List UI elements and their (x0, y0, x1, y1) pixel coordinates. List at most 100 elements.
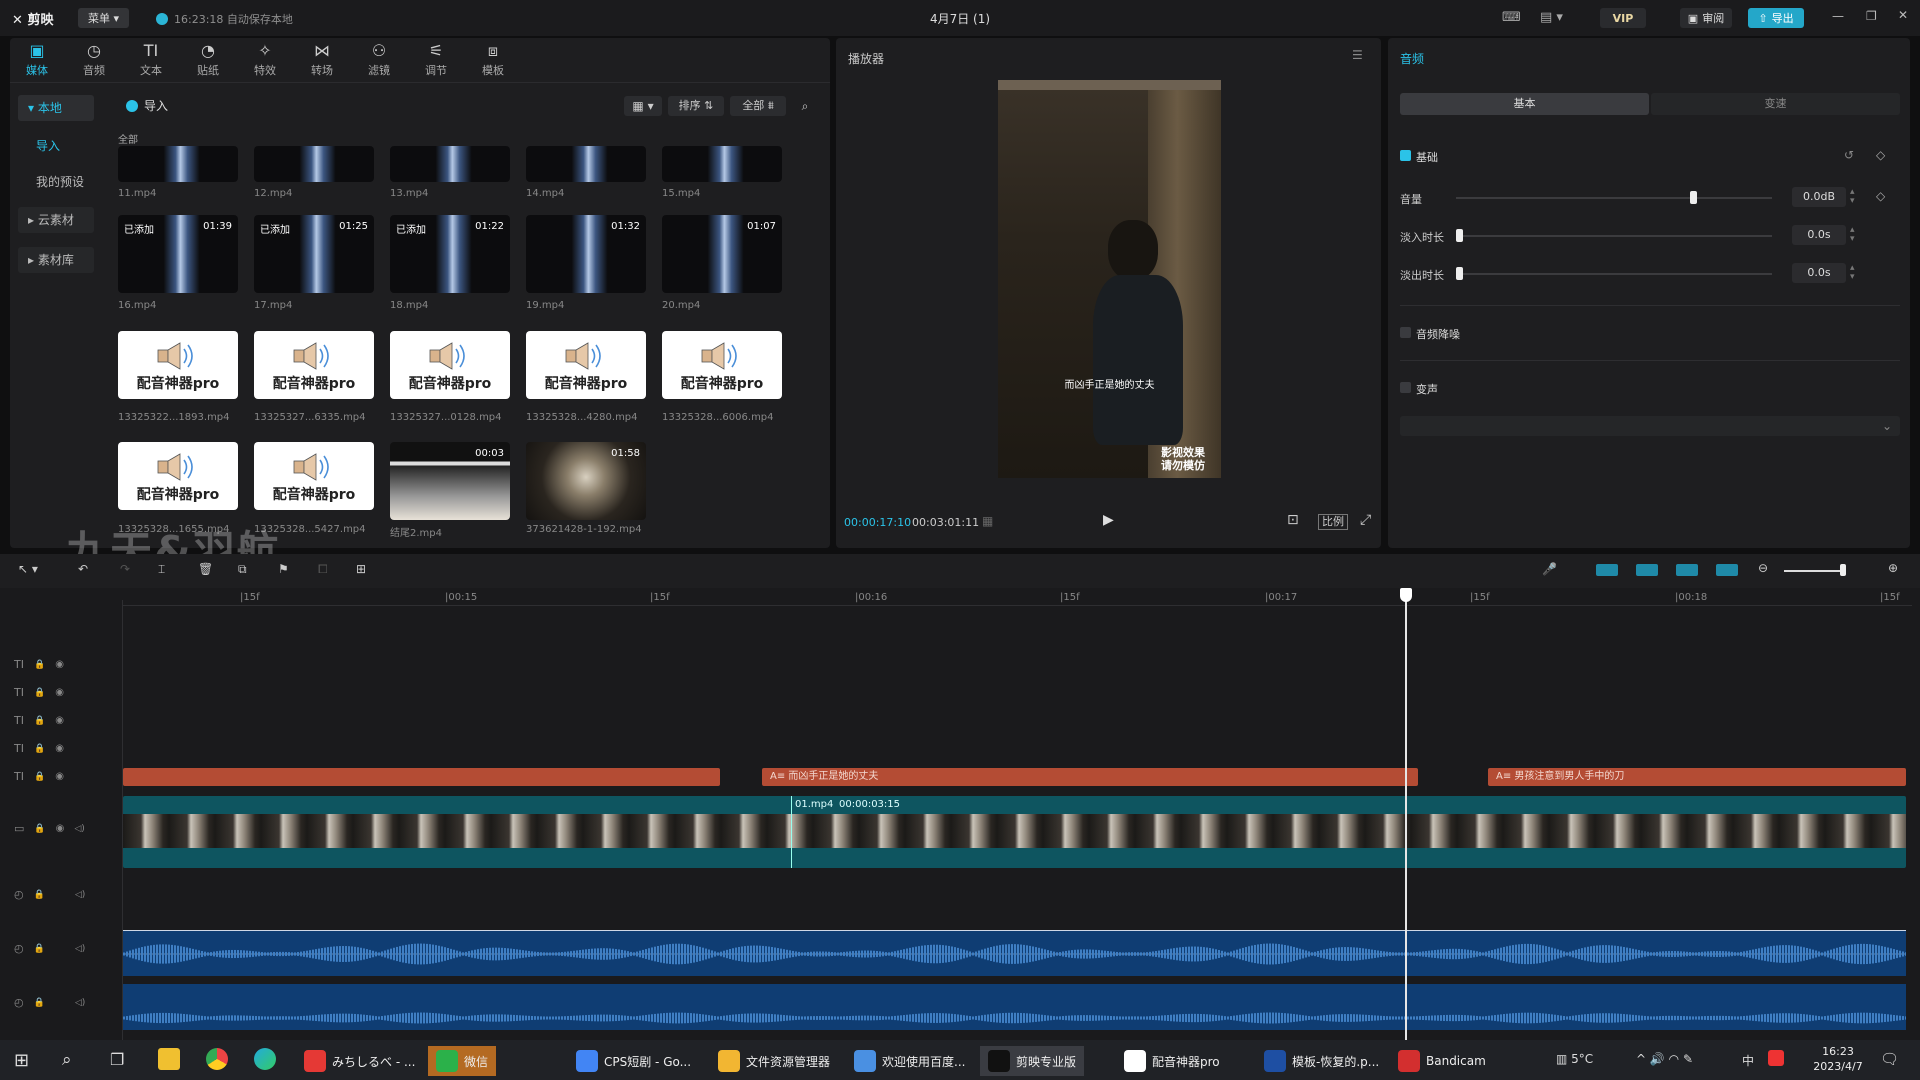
taskbar-app[interactable]: 模板-恢复的.p... (1256, 1046, 1387, 1076)
linkage-icon[interactable] (1676, 564, 1698, 576)
media-thumbnail[interactable]: 已添加 01:25 (254, 215, 374, 293)
mute-icon[interactable]: ◁) (75, 890, 85, 900)
tab-speed[interactable]: 变速 (1651, 93, 1900, 115)
eye-icon[interactable]: ◉ (55, 743, 64, 754)
volume-keyframe-icon[interactable]: ◇ (1876, 189, 1885, 203)
denoise-checkbox[interactable] (1400, 327, 1411, 338)
tab-transition[interactable]: ⋈ 转场 (295, 40, 349, 78)
mute-icon[interactable]: ◁) (74, 824, 84, 834)
media-thumbnail[interactable]: 01:32 (526, 215, 646, 293)
clock[interactable]: 16:23 2023/4/7 (1808, 1044, 1868, 1074)
split-icon[interactable]: ⌶ (158, 562, 165, 577)
menu-button[interactable]: 菜单 ▾ (78, 8, 130, 28)
search-icon[interactable]: ⌕ (794, 96, 816, 116)
media-thumbnail[interactable]: 配音神器pro (526, 331, 646, 399)
eye-icon[interactable]: ◉ (55, 659, 64, 670)
fade-out-value[interactable]: 0.0s (1792, 263, 1846, 283)
media-thumbnail[interactable]: 配音神器pro (118, 331, 238, 399)
basic-checkbox[interactable] (1400, 150, 1411, 161)
minimize-icon[interactable]: — (1832, 9, 1844, 23)
media-thumbnail[interactable] (526, 146, 646, 182)
audio-track-clip[interactable] (123, 930, 1906, 976)
media-thumbnail[interactable]: 已添加 01:22 (390, 215, 510, 293)
media-thumbnail[interactable] (662, 146, 782, 182)
edge-icon[interactable] (254, 1048, 276, 1070)
volume-value[interactable]: 0.0dB (1792, 187, 1846, 207)
media-thumbnail[interactable]: 00:03 (390, 442, 510, 520)
tab-filter[interactable]: ⚇ 滤镜 (352, 40, 406, 78)
video-track-clip[interactable]: 01.mp4 00:00:03:15 (123, 796, 1906, 868)
mute-icon[interactable]: ◁) (75, 944, 85, 954)
vip-badge[interactable]: VIP (1600, 8, 1646, 28)
sidebar-item-presets[interactable]: 我的预设 (18, 169, 94, 195)
voice-change-checkbox[interactable] (1400, 382, 1411, 393)
media-thumbnail[interactable] (390, 146, 510, 182)
lock-icon[interactable]: 🔒 (34, 772, 45, 782)
microphone-icon[interactable]: 🎤 (1542, 562, 1557, 576)
undo-icon[interactable]: ↶ (78, 562, 88, 576)
screen-icon[interactable]: ⊞ (356, 562, 366, 576)
zoom-in-icon[interactable]: ⊕ (1888, 561, 1898, 575)
eye-icon[interactable]: ◉ (56, 823, 65, 834)
snapshot-icon[interactable]: ⊡ (1287, 512, 1299, 528)
media-thumbnail[interactable]: 01:07 (662, 215, 782, 293)
export-button[interactable]: ⇧ 导出 (1748, 8, 1804, 28)
taskbar-app[interactable]: 配音神器pro (1116, 1046, 1228, 1076)
keyframe-icon[interactable]: ◇ (1876, 148, 1885, 162)
paint-app-icon[interactable] (158, 1048, 180, 1070)
menu-icon[interactable]: ☰ (1352, 48, 1363, 62)
tab-audio[interactable]: ◷ 音频 (67, 40, 121, 78)
video-preview[interactable]: 而凶手正是她的丈夫 影视效果 请勿模仿 (998, 80, 1221, 478)
taskbar-app[interactable]: 欢迎使用百度... (846, 1046, 973, 1076)
fade-in-value[interactable]: 0.0s (1792, 225, 1846, 245)
sidebar-item-import[interactable]: 导入 (18, 133, 94, 159)
fade-out-knob[interactable] (1456, 267, 1463, 280)
timeline-ruler[interactable] (122, 588, 1912, 606)
sidebar-item-library[interactable]: ▸ 素材库 (18, 247, 94, 273)
ime-indicator[interactable]: 中 (1742, 1052, 1754, 1069)
lock-icon[interactable]: 🔒 (34, 998, 45, 1008)
tab-sticker[interactable]: ◔ 贴纸 (181, 40, 235, 78)
sort-button[interactable]: 排序 ⇅ (668, 96, 724, 116)
taskbar-app[interactable]: 微信 (428, 1046, 497, 1076)
media-thumbnail[interactable]: 配音神器pro (118, 442, 238, 510)
lock-icon[interactable]: 🔒 (34, 944, 45, 954)
tab-basic[interactable]: 基本 (1400, 93, 1649, 115)
timecode-icon[interactable]: ▦ (982, 514, 993, 528)
fade-out-slider[interactable] (1456, 273, 1772, 275)
keyboard-icon[interactable]: ⌨ (1502, 10, 1521, 25)
text-clip-empty[interactable] (123, 768, 720, 786)
magnet-icon[interactable] (1636, 564, 1658, 576)
media-thumbnail[interactable]: 配音神器pro (254, 331, 374, 399)
fade-in-knob[interactable] (1456, 229, 1463, 242)
crop-icon[interactable]: ⧠ (318, 562, 328, 577)
lock-icon[interactable]: 🔒 (34, 716, 45, 726)
sidebar-item-cloud[interactable]: ▸ 云素材 (18, 207, 94, 233)
taskbar-app[interactable]: CPS短剧 - Go... (568, 1046, 699, 1076)
fade-out-stepper-icon[interactable]: ▴ ▾ (1850, 264, 1855, 282)
link-icon[interactable] (1596, 564, 1618, 576)
text-clip[interactable]: A≡ 而凶手正是她的丈夫 (762, 768, 1418, 786)
reset-icon[interactable]: ↺ (1844, 148, 1854, 162)
sogou-icon[interactable] (1768, 1050, 1784, 1066)
select-tool-icon[interactable]: ↖ ▾ (18, 562, 38, 576)
taskbar-app[interactable]: 文件资源管理器 (710, 1046, 838, 1076)
lock-icon[interactable]: 🔒 (34, 688, 45, 698)
delete-icon[interactable]: 🗑 (198, 562, 213, 576)
ratio-button[interactable]: 比例 (1318, 514, 1348, 530)
zoom-out-icon[interactable]: ⊖ (1758, 561, 1768, 575)
fade-in-stepper-icon[interactable]: ▴ ▾ (1850, 226, 1855, 244)
filter-button[interactable]: 全部 ⩩ (730, 96, 786, 116)
windows-start-icon[interactable]: ⊞ (14, 1050, 29, 1071)
media-thumbnail[interactable]: 已添加 01:39 (118, 215, 238, 293)
text-clip[interactable]: A≡ 男孩注意到男人手中的刀 (1488, 768, 1906, 786)
media-thumbnail[interactable] (118, 146, 238, 182)
playhead-handle[interactable] (1400, 588, 1412, 602)
tab-text[interactable]: TI 文本 (124, 40, 178, 78)
task-view-icon[interactable]: ❐ (110, 1050, 124, 1069)
play-button[interactable]: ▶ (1103, 512, 1114, 528)
lock-icon[interactable]: 🔒 (34, 744, 45, 754)
taskbar-app[interactable]: 剪映专业版 (980, 1046, 1085, 1076)
weather[interactable]: ▥ 5°C (1556, 1052, 1593, 1066)
media-thumbnail[interactable]: 配音神器pro (390, 331, 510, 399)
